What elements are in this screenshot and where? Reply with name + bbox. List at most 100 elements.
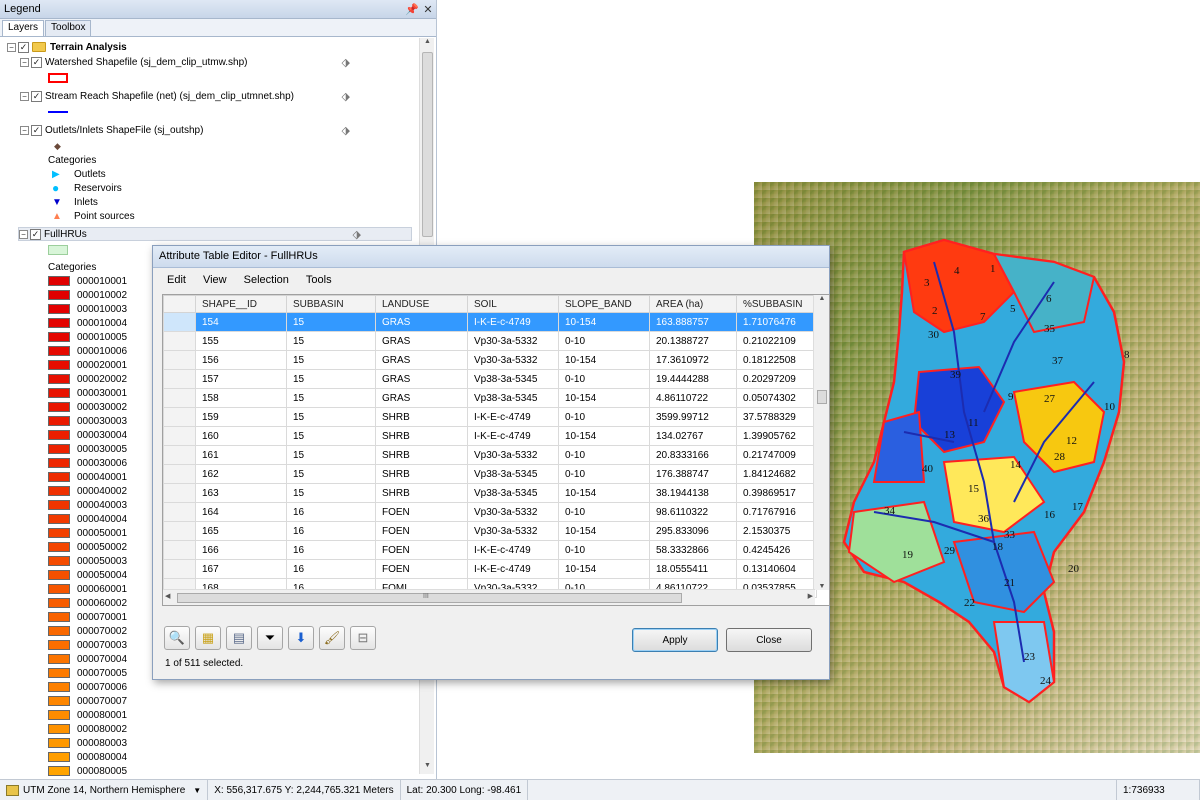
- row-header[interactable]: [163, 502, 196, 522]
- table-cell[interactable]: 0.18122508: [736, 350, 817, 370]
- table-cell[interactable]: 15: [286, 369, 376, 389]
- column-header[interactable]: LANDUSE: [375, 295, 468, 313]
- collapse-icon[interactable]: −: [20, 91, 29, 101]
- scrollbar-thumb[interactable]: III: [177, 593, 682, 603]
- menu-view[interactable]: View: [203, 274, 227, 286]
- collapse-icon[interactable]: −: [20, 125, 29, 135]
- table-cell[interactable]: 16: [286, 559, 376, 579]
- table-cell[interactable]: Vp30-3a-5332: [467, 350, 559, 370]
- table-cell[interactable]: 160: [195, 426, 287, 446]
- paint-brush-icon[interactable]: 🖌: [319, 626, 345, 650]
- menu-selection[interactable]: Selection: [244, 274, 289, 286]
- table-cell[interactable]: 0.4245426: [736, 540, 817, 560]
- table-cell[interactable]: 98.6110322: [649, 502, 737, 522]
- layer-checkbox[interactable]: ✓: [31, 56, 42, 68]
- column-header[interactable]: AREA (ha): [649, 295, 737, 313]
- table-cell[interactable]: 10-154: [558, 559, 650, 579]
- table-cell[interactable]: 1.71076476: [736, 312, 817, 332]
- table-cell[interactable]: 0.05074302: [736, 388, 817, 408]
- table-row[interactable]: 166 16 FOEN I-K-E-c-4749 0-10 58.3332866 0.424…: [163, 540, 817, 560]
- table-row[interactable]: 157 15 GRAS Vp38-3a-5345 0-10 19.4444288 0.202…: [163, 369, 817, 389]
- row-header[interactable]: [163, 407, 196, 427]
- table-cell[interactable]: 10-154: [558, 426, 650, 446]
- table-row[interactable]: 161 15 SHRB Vp30-3a-5332 0-10 20.8333166 0.217…: [163, 445, 817, 465]
- row-header[interactable]: [163, 445, 196, 465]
- row-header[interactable]: [163, 369, 196, 389]
- scroll-left-icon[interactable]: ◀: [165, 592, 170, 600]
- table-cell[interactable]: 3599.99712: [649, 407, 737, 427]
- group-checkbox[interactable]: ✓: [18, 41, 29, 53]
- table-cell[interactable]: I-K-E-c-4749: [467, 540, 559, 560]
- attribute-grid[interactable]: SHAPE__ID SUBBASIN LANDUSE SOIL SLOPE_BA…: [162, 294, 830, 606]
- table-cell[interactable]: Vp38-3a-5345: [467, 369, 559, 389]
- grid-vertical-scrollbar[interactable]: ▲ ▼: [813, 295, 829, 590]
- table-cell[interactable]: 16: [286, 502, 376, 522]
- table-cell[interactable]: Vp30-3a-5332: [467, 502, 559, 522]
- table-cell[interactable]: 0.13140604: [736, 559, 817, 579]
- table-cell[interactable]: 15: [286, 445, 376, 465]
- close-button[interactable]: Close: [726, 628, 812, 652]
- table-cell[interactable]: 165: [195, 521, 287, 541]
- table-cell[interactable]: 58.3332866: [649, 540, 737, 560]
- table-cell[interactable]: 4.86110722: [649, 388, 737, 408]
- projection-selector[interactable]: UTM Zone 14, Northern Hemisphere ▼: [0, 779, 209, 800]
- table-cell[interactable]: 0.39869517: [736, 483, 817, 503]
- scrollbar-thumb[interactable]: [817, 390, 827, 404]
- menu-tools[interactable]: Tools: [306, 274, 332, 286]
- clear-icon[interactable]: ⊟: [350, 626, 376, 650]
- table-cell[interactable]: GRAS: [375, 388, 468, 408]
- collapse-icon[interactable]: −: [7, 42, 16, 52]
- table-cell[interactable]: 16: [286, 521, 376, 541]
- table-row[interactable]: 165 16 FOEN Vp30-3a-5332 10-154 295.833096 2.1…: [163, 521, 817, 541]
- filter-icon[interactable]: ⏷: [257, 626, 283, 650]
- layer-tag-icon[interactable]: ⬗: [342, 90, 350, 103]
- menu-edit[interactable]: Edit: [167, 274, 186, 286]
- scroll-right-icon[interactable]: ▶: [808, 592, 813, 600]
- table-cell[interactable]: 10-154: [558, 312, 650, 332]
- table-cell[interactable]: 0-10: [558, 502, 650, 522]
- table-cell[interactable]: SHRB: [375, 407, 468, 427]
- scroll-up-icon[interactable]: ▲: [420, 38, 435, 50]
- row-header[interactable]: [163, 521, 196, 541]
- table-cell[interactable]: 0-10: [558, 369, 650, 389]
- table-cell[interactable]: 155: [195, 331, 287, 351]
- layer-fullhrus[interactable]: − ✓ FullHRUs ⬗: [18, 227, 412, 241]
- table-cell[interactable]: 161: [195, 445, 287, 465]
- table-cell[interactable]: 15: [286, 331, 376, 351]
- table-cell[interactable]: I-K-E-c-4749: [467, 407, 559, 427]
- table-cell[interactable]: 15: [286, 426, 376, 446]
- table-cell[interactable]: 0-10: [558, 445, 650, 465]
- layer-checkbox[interactable]: ✓: [31, 90, 42, 102]
- collapse-icon[interactable]: −: [19, 229, 28, 239]
- table-cell[interactable]: FOEN: [375, 502, 468, 522]
- row-header[interactable]: [163, 540, 196, 560]
- table-cell[interactable]: 1.39905762: [736, 426, 817, 446]
- table-cell[interactable]: 16: [286, 540, 376, 560]
- tab-toolbox[interactable]: Toolbox: [45, 20, 92, 36]
- table-cell[interactable]: 15: [286, 464, 376, 484]
- chevron-down-icon[interactable]: ▼: [193, 786, 201, 795]
- row-header[interactable]: [163, 483, 196, 503]
- table-cell[interactable]: 17.3610972: [649, 350, 737, 370]
- layer-checkbox[interactable]: ✓: [30, 228, 41, 240]
- table-cell[interactable]: 159: [195, 407, 287, 427]
- table-cell[interactable]: 38.1944138: [649, 483, 737, 503]
- table-cell[interactable]: 0.20297209: [736, 369, 817, 389]
- table-cell[interactable]: 2.1530375: [736, 521, 817, 541]
- table-cell[interactable]: Vp30-3a-5332: [467, 521, 559, 541]
- table-cell[interactable]: SHRB: [375, 483, 468, 503]
- table-cell[interactable]: I-K-E-c-4749: [467, 559, 559, 579]
- table-row[interactable]: 162 15 SHRB Vp38-3a-5345 0-10 176.388747 1.841…: [163, 464, 817, 484]
- table-cell[interactable]: GRAS: [375, 312, 468, 332]
- table-cell[interactable]: 176.388747: [649, 464, 737, 484]
- layer-tag-icon[interactable]: ⬗: [342, 56, 350, 69]
- row-header[interactable]: [163, 559, 196, 579]
- table-cell[interactable]: 0-10: [558, 464, 650, 484]
- table-cell[interactable]: Vp30-3a-5332: [467, 445, 559, 465]
- table-cell[interactable]: SHRB: [375, 445, 468, 465]
- table-cell[interactable]: Vp30-3a-5332: [467, 331, 559, 351]
- table-cell[interactable]: 10-154: [558, 521, 650, 541]
- table-cell[interactable]: 15: [286, 407, 376, 427]
- attribute-table-dialog[interactable]: Attribute Table Editor - FullHRUs Edit V…: [152, 245, 830, 680]
- apply-button[interactable]: Apply: [632, 628, 718, 652]
